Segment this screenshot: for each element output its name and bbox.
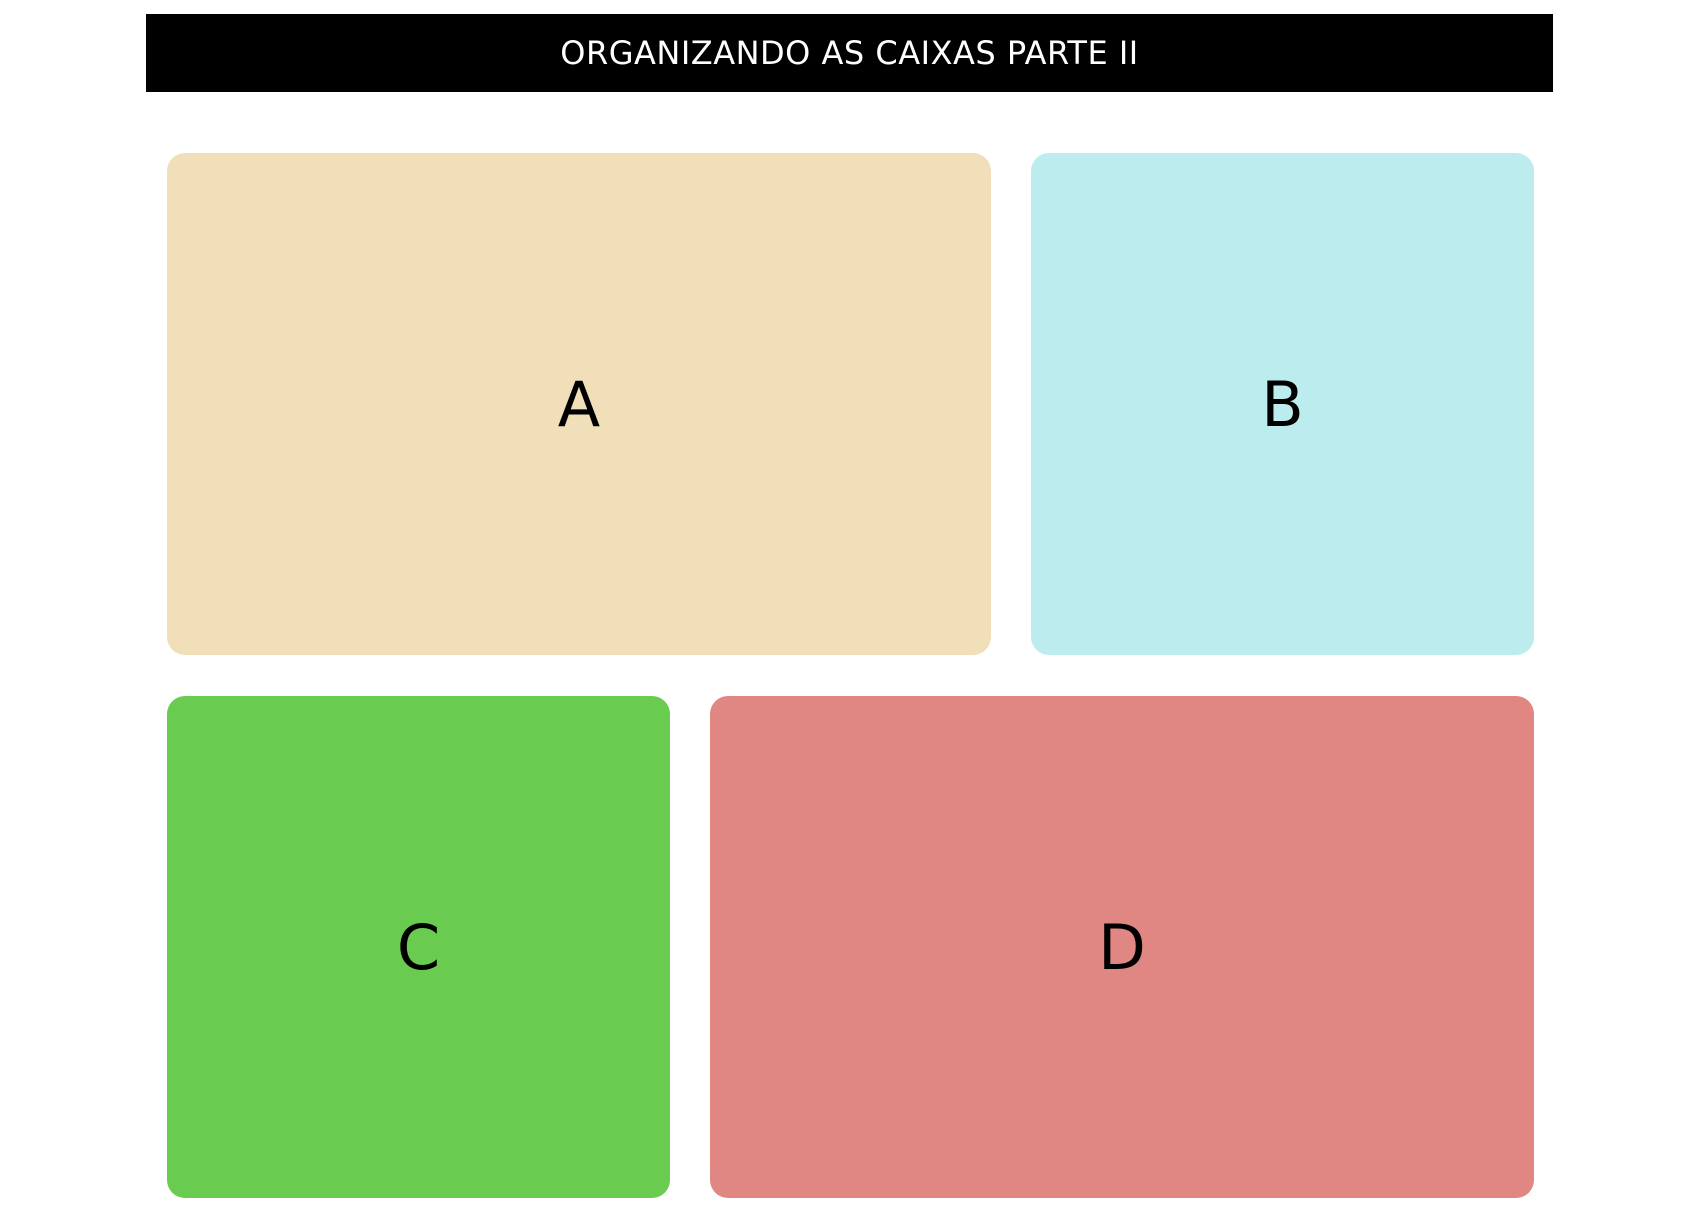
page-title: ORGANIZANDO AS CAIXAS PARTE II [560,34,1139,72]
box-b: B [1031,153,1534,655]
box-a: A [167,153,991,655]
box-d: D [710,696,1534,1198]
box-b-label: B [1261,367,1304,441]
page-header: ORGANIZANDO AS CAIXAS PARTE II [146,14,1553,92]
box-c: C [167,696,670,1198]
box-a-label: A [557,367,601,441]
box-c-label: C [396,910,441,984]
box-d-label: D [1098,910,1146,984]
page: ORGANIZANDO AS CAIXAS PARTE II A B C D [0,0,1682,1224]
